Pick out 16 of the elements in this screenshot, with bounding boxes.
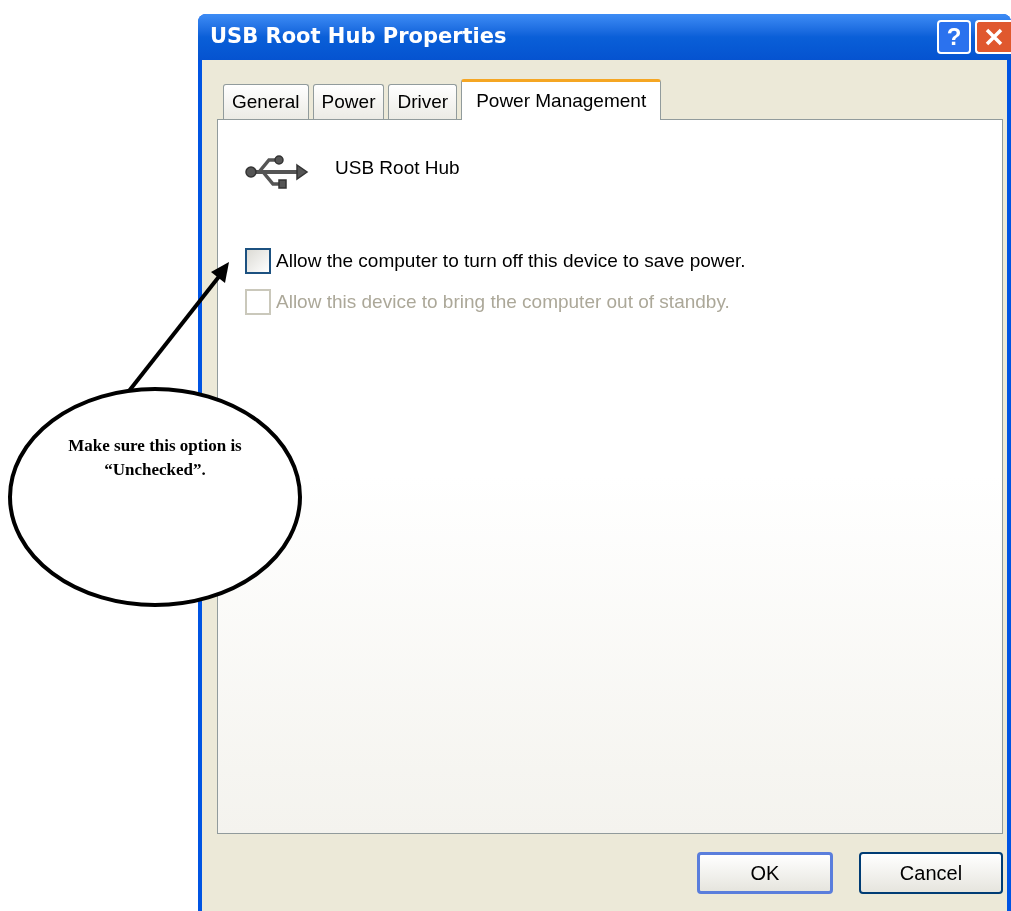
dialog-button[interactable]: OK <box>697 851 833 894</box>
window-title: USB Root Hub Properties <box>210 23 507 51</box>
checkbox-label: Allow this device to bring the computer out of standby. <box>276 289 730 314</box>
close-button[interactable] <box>975 20 1011 54</box>
device-name: USB Root Hub <box>335 156 460 180</box>
callout-text: Make sure this option is “Unchecked”. <box>67 435 243 481</box>
tab[interactable]: Power Management <box>461 79 662 120</box>
tab[interactable]: Power <box>312 84 385 119</box>
dialog-button[interactable]: Cancel <box>859 851 1003 894</box>
close-icon <box>984 27 1004 47</box>
usb-icon <box>245 152 309 192</box>
tab[interactable]: General <box>223 84 309 119</box>
checkbox-label: Allow the computer to turn off this device to save power. <box>276 249 746 273</box>
checkbox[interactable] <box>245 248 271 275</box>
help-button[interactable]: ? <box>937 20 971 54</box>
tab[interactable]: Driver <box>388 84 458 119</box>
